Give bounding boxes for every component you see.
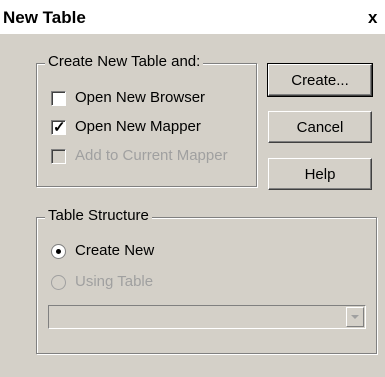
cancel-button[interactable]: Cancel [268,111,372,143]
new-table-dialog: New Table x Create New Table and: Open N… [0,0,385,377]
checkbox-box [51,149,66,164]
using-table-label: Using Table [75,273,154,290]
add-to-current-mapper-label: Add to Current Mapper [75,147,228,164]
dialog-title: New Table [3,8,86,27]
checkbox-box: ✓ [51,119,66,136]
radio-button [51,244,66,259]
table-select-dropdown[interactable] [48,305,366,329]
radio-button [51,275,66,290]
create-group-legend: Create New Table and: [45,53,204,70]
title-bar: New Table x [0,0,385,34]
table-structure-group: Table Structure Create New Using Table [36,207,377,354]
create-new-table-group: Create New Table and: Open New Browser ✓… [36,53,257,187]
close-button[interactable]: x [368,8,377,28]
dropdown-arrow-button[interactable] [346,307,364,327]
checkbox-box [51,91,66,106]
radio-selected-dot [56,249,61,254]
create-new-label: Create New [75,242,155,259]
open-new-mapper-label: Open New Mapper [75,118,201,135]
chevron-down-icon [351,315,359,319]
check-icon: ✓ [53,119,66,136]
open-new-browser-label: Open New Browser [75,89,206,106]
structure-group-legend: Table Structure [45,207,152,224]
create-button[interactable]: Create... [267,63,373,97]
help-button[interactable]: Help [268,158,372,190]
